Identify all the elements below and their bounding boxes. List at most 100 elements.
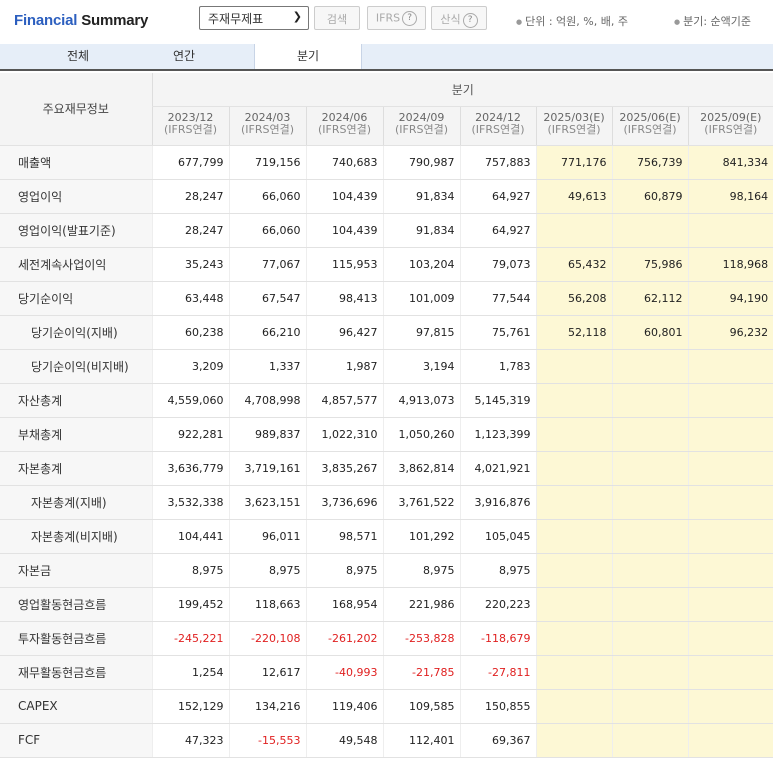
column-header: 2025/03(E) (IFRS연결) bbox=[535, 106, 612, 146]
table-cell: 221,986 bbox=[382, 587, 460, 622]
table-row: 세전계속사업이익 35,243 77,067 115,953 103,204 79,073… bbox=[0, 247, 773, 282]
table-cell: -253,828 bbox=[382, 621, 460, 656]
table-row: 자본총계(지배) 3,532,338 3,623,151 3,736,696 3,761… bbox=[0, 485, 773, 520]
table-cell: 220,223 bbox=[459, 587, 536, 622]
tab-quarterly[interactable]: 분기 bbox=[254, 44, 362, 69]
tab-all[interactable]: 전체 bbox=[25, 44, 131, 69]
table-cell bbox=[687, 485, 773, 520]
table-cell: 756,739 bbox=[611, 145, 688, 180]
table-cell: 97,815 bbox=[382, 315, 460, 350]
table-cell: 719,156 bbox=[228, 145, 306, 180]
table-cell: 101,292 bbox=[382, 519, 460, 554]
row-label: FCF bbox=[0, 723, 152, 758]
row-header: 주요재무정보 bbox=[0, 73, 152, 146]
search-button[interactable]: 검색 bbox=[314, 6, 360, 30]
table-row: 당기순이익 63,448 67,547 98,413 101,009 77,544 56,2… bbox=[0, 281, 773, 316]
table-cell: -21,785 bbox=[382, 655, 460, 690]
table-row: 자산총계 4,559,060 4,708,998 4,857,577 4,913,073… bbox=[0, 383, 773, 418]
table-cell: 60,238 bbox=[151, 315, 229, 350]
table-cell: 66,210 bbox=[228, 315, 306, 350]
table-cell bbox=[611, 485, 688, 520]
column-basis: (IFRS연결) bbox=[163, 122, 218, 136]
table-cell: 49,613 bbox=[535, 179, 612, 214]
column-basis: (IFRS연결) bbox=[704, 122, 758, 136]
row-label: 자본금 bbox=[0, 553, 152, 588]
column-period: 2025/09(E) bbox=[700, 110, 762, 124]
row-label: 부채총계 bbox=[0, 417, 152, 452]
table-cell: 12,617 bbox=[228, 655, 306, 690]
table-cell bbox=[611, 689, 688, 724]
table-cell: 1,987 bbox=[305, 349, 383, 384]
row-label: 영업활동현금흐름 bbox=[0, 587, 152, 622]
table-row: 당기순이익(비지배) 3,209 1,337 1,987 3,194 1,783 bbox=[0, 349, 773, 384]
table-cell: 52,118 bbox=[535, 315, 612, 350]
table-cell: 69,367 bbox=[459, 723, 536, 758]
unit-text: 단위 : 억원, %, 배, 주 bbox=[525, 15, 628, 28]
table-cell: 75,986 bbox=[611, 247, 688, 282]
table-cell: 119,406 bbox=[305, 689, 383, 724]
table-cell: 98,571 bbox=[305, 519, 383, 554]
table-cell: 105,045 bbox=[459, 519, 536, 554]
table-cell: 104,441 bbox=[151, 519, 229, 554]
statement-type-select[interactable]: 주재무제표 ❯ bbox=[199, 6, 309, 30]
row-label: 세전계속사업이익 bbox=[0, 247, 152, 282]
table-cell bbox=[687, 621, 773, 656]
table-cell bbox=[687, 689, 773, 724]
table-cell bbox=[611, 519, 688, 554]
table-cell: 60,801 bbox=[611, 315, 688, 350]
row-label: 당기순이익 bbox=[0, 281, 152, 316]
statement-type-value: 주재무제표 bbox=[208, 12, 264, 26]
table-cell: 75,761 bbox=[459, 315, 536, 350]
table-cell bbox=[535, 519, 612, 554]
table-cell bbox=[611, 587, 688, 622]
page-title: Financial Summary bbox=[14, 12, 148, 29]
table-cell: 3,636,779 bbox=[151, 451, 229, 486]
quarter-basis-note: ● 분기: 순액기준 bbox=[674, 13, 751, 29]
table-cell: 150,855 bbox=[459, 689, 536, 724]
column-period: 2024/03 bbox=[244, 110, 291, 124]
table-cell: 112,401 bbox=[382, 723, 460, 758]
table-cell: 4,021,921 bbox=[459, 451, 536, 486]
column-basis: (IFRS연결) bbox=[623, 122, 677, 136]
column-period: 2025/06(E) bbox=[619, 110, 681, 124]
table-cell: 3,623,151 bbox=[228, 485, 306, 520]
table-cell bbox=[611, 383, 688, 418]
bullet-icon: ● bbox=[516, 18, 523, 26]
row-label: 영업이익 bbox=[0, 179, 152, 214]
column-header: 2024/06 (IFRS연결) bbox=[305, 106, 383, 146]
row-label: 투자활동현금흐름 bbox=[0, 621, 152, 656]
table-cell: 62,112 bbox=[611, 281, 688, 316]
table-cell bbox=[611, 451, 688, 486]
tab-annual[interactable]: 연간 bbox=[131, 44, 237, 69]
formula-help-button[interactable]: 산식? bbox=[431, 6, 487, 30]
column-period: 2024/09 bbox=[398, 110, 445, 124]
table-cell: 989,837 bbox=[228, 417, 306, 452]
table-cell: 3,209 bbox=[151, 349, 229, 384]
column-period: 2024/06 bbox=[321, 110, 368, 124]
table-row: 자본총계 3,636,779 3,719,161 3,835,267 3,862,814… bbox=[0, 451, 773, 486]
table-cell: 5,145,319 bbox=[459, 383, 536, 418]
table-cell: 28,247 bbox=[151, 213, 229, 248]
table-row: CAPEX 152,129 134,216 119,406 109,585 150,855 bbox=[0, 689, 773, 724]
table-cell: 1,337 bbox=[228, 349, 306, 384]
column-header: 2025/06(E) (IFRS연결) bbox=[611, 106, 688, 146]
table-cell: 65,432 bbox=[535, 247, 612, 282]
bullet-icon: ● bbox=[674, 18, 681, 26]
chevron-down-icon: ❯ bbox=[292, 10, 302, 23]
row-label: 재무활동현금흐름 bbox=[0, 655, 152, 690]
table-row: 영업이익 28,247 66,060 104,439 91,834 64,927 49,61… bbox=[0, 179, 773, 214]
table-row: FCF 47,323 -15,553 49,548 112,401 69,367 bbox=[0, 723, 773, 758]
table-cell: 757,883 bbox=[459, 145, 536, 180]
table-cell bbox=[687, 655, 773, 690]
table-cell bbox=[535, 689, 612, 724]
table-cell: 134,216 bbox=[228, 689, 306, 724]
table-cell: 168,954 bbox=[305, 587, 383, 622]
ifrs-label: IFRS bbox=[375, 11, 401, 25]
table-cell: 3,835,267 bbox=[305, 451, 383, 486]
ifrs-help-button[interactable]: IFRS? bbox=[367, 6, 426, 30]
table-cell bbox=[535, 655, 612, 690]
table-cell: 922,281 bbox=[151, 417, 229, 452]
row-label: CAPEX bbox=[0, 689, 152, 724]
table-cell: 66,060 bbox=[228, 179, 306, 214]
row-label: 자본총계(지배) bbox=[0, 485, 152, 520]
